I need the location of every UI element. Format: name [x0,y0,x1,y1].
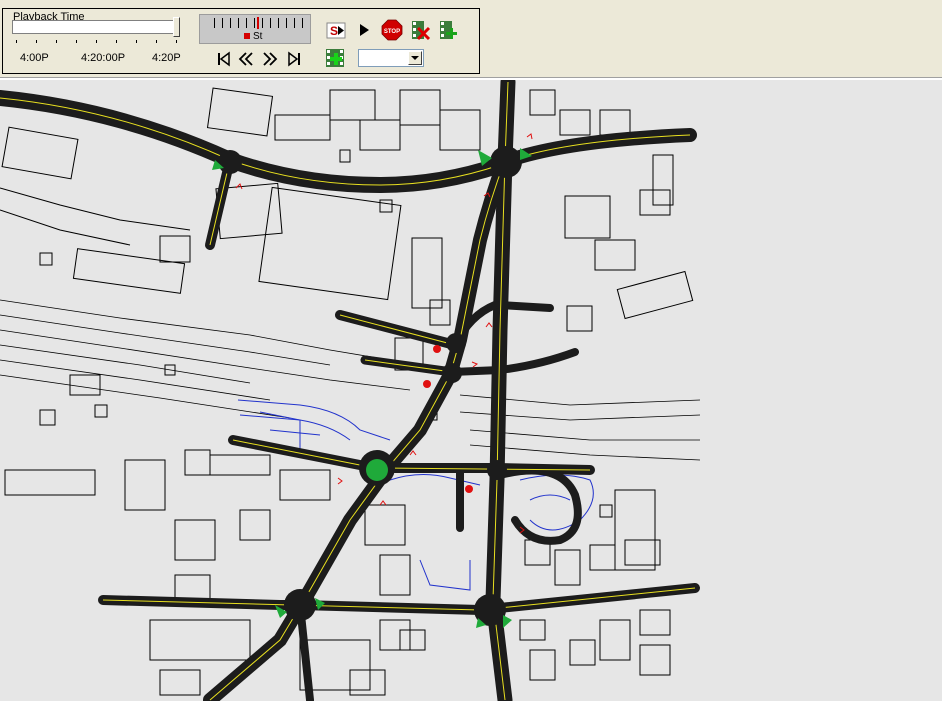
slider-tick [116,40,117,43]
start-signal-button[interactable]: S [325,19,347,41]
speed-control[interactable]: St [199,14,311,44]
skip-to-end-button[interactable] [284,49,304,69]
speed-marker[interactable] [257,17,259,29]
network-canvas [0,80,942,701]
playback-time-slider[interactable] [12,20,178,34]
stop-icon: STOP [381,19,403,41]
time-label-end: 4:20P [152,52,181,64]
add-frame-icon [440,21,457,39]
slider-tick [16,40,17,43]
playback-toolbar: Playback Time 4:00P 4:20:00P 4:20P St S [0,0,942,78]
playback-slider-thumb[interactable] [173,17,180,37]
rewind-button[interactable] [236,49,256,69]
frame-select-dropdown[interactable] [358,49,424,67]
skip-to-start-button[interactable] [214,49,234,69]
slider-tick [36,40,37,43]
skip-to-end-icon [288,51,300,67]
time-label-current: 4:20:00P [81,52,126,64]
add-frame-button[interactable] [437,19,459,41]
svg-text:STOP: STOP [384,29,400,35]
roundabout-island [366,459,388,481]
slider-tick [176,40,177,43]
slider-tick [76,40,77,43]
rewind-icon [238,52,253,66]
play-button[interactable] [353,19,375,41]
speed-label: St [244,31,270,43]
chevron-down-icon[interactable] [408,51,422,65]
delete-frame-icon [412,21,431,41]
time-label-start: 4:00P [20,52,49,64]
slider-tick [156,40,157,43]
play-icon [360,24,369,36]
add-film-icon [326,49,344,67]
slider-tick [96,40,97,43]
add-film-button[interactable] [325,46,349,70]
slider-tick [136,40,137,43]
stop-button[interactable]: STOP [381,19,403,41]
traffic-network-map[interactable] [0,80,942,701]
start-signal-icon: S [326,22,346,39]
slider-tick [56,40,57,43]
fast-forward-icon [263,52,278,66]
skip-to-start-icon [218,51,230,67]
svg-text:S: S [330,24,338,38]
delete-frame-button[interactable] [409,19,431,41]
fast-forward-button[interactable] [260,49,280,69]
